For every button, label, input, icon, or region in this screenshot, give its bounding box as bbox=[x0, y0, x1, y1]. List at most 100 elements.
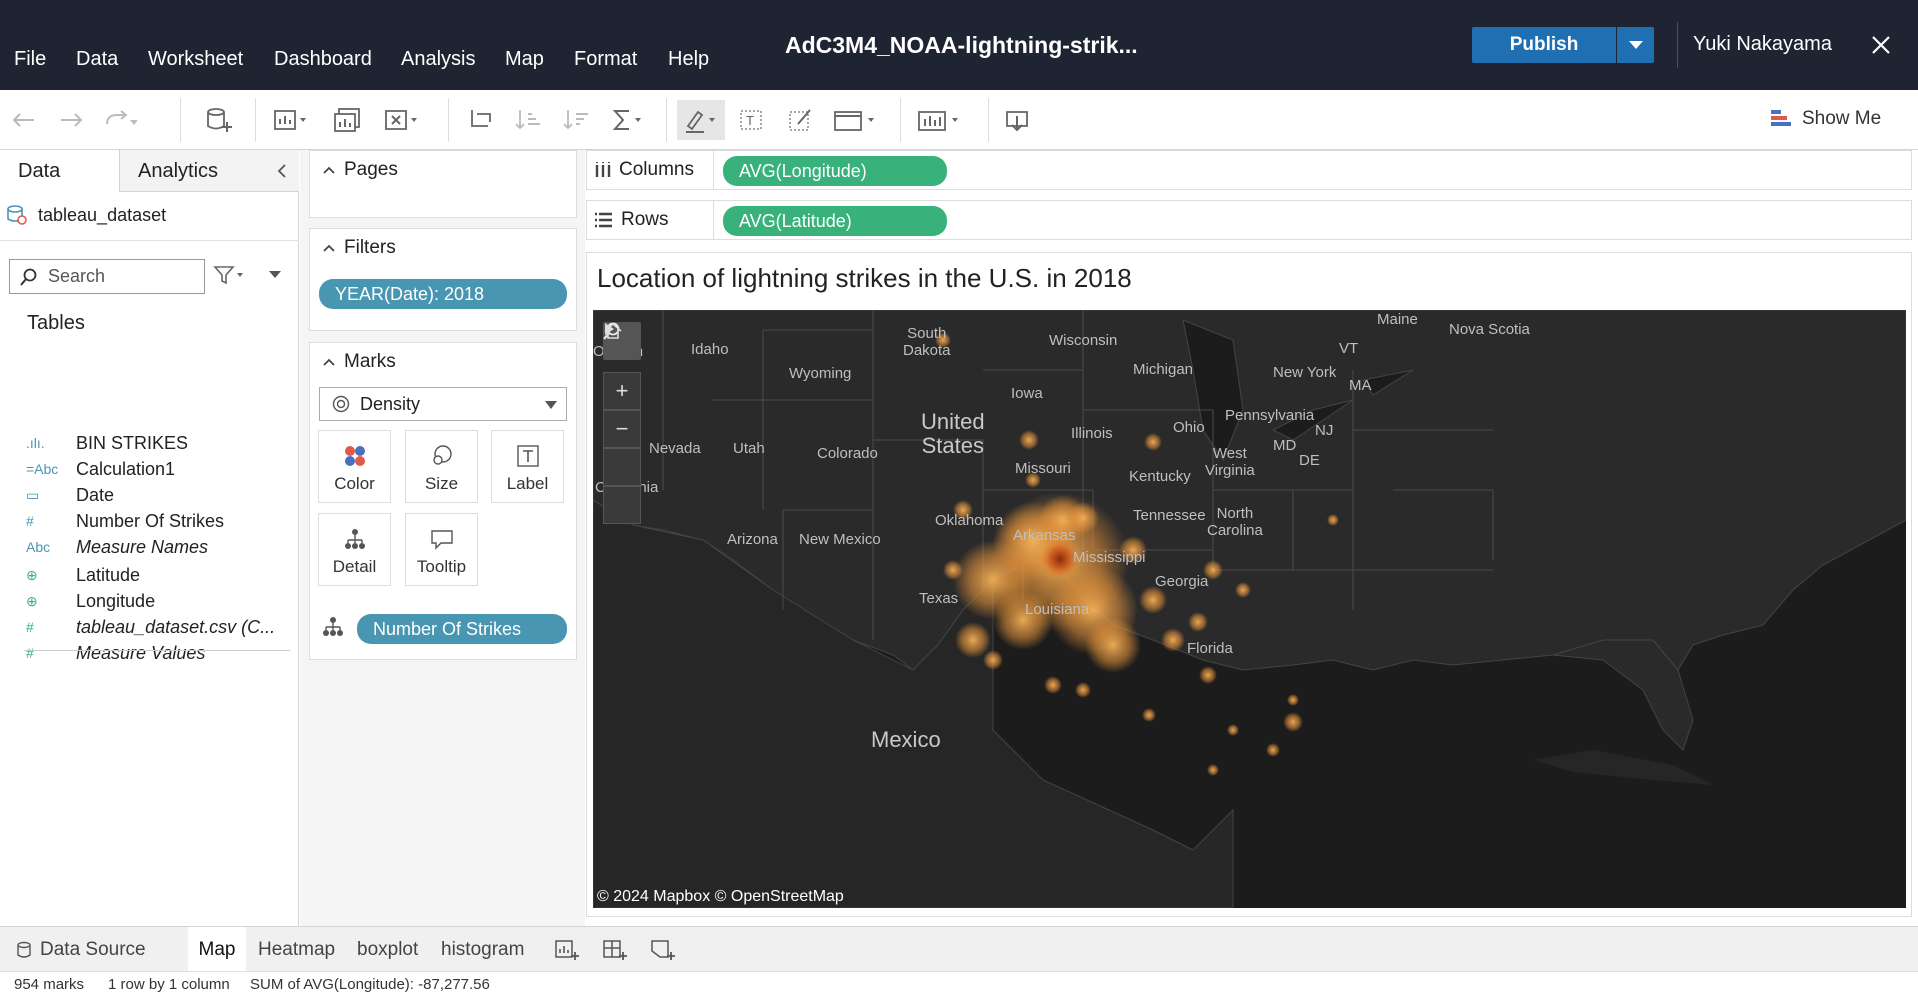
marks-tooltip-button[interactable]: Tooltip bbox=[405, 513, 478, 586]
field-item[interactable]: # Number Of Strikes bbox=[26, 508, 224, 534]
columns-shelf[interactable]: Columns AVG(Longitude) bbox=[586, 150, 1912, 190]
columns-pill-longitude[interactable]: AVG(Longitude) bbox=[723, 156, 947, 186]
field-item[interactable]: # tableau_dataset.csv (C... bbox=[26, 614, 275, 640]
status-bar: 954 marks 1 row by 1 column SUM of AVG(L… bbox=[0, 971, 1918, 996]
detail-pill-number-of-strikes[interactable]: Number Of Strikes bbox=[357, 614, 567, 644]
map-label-west-virginia: West Virginia bbox=[1205, 445, 1255, 479]
totals-icon[interactable] bbox=[609, 104, 643, 136]
datasource-name: tableau_dataset bbox=[38, 204, 167, 225]
play-icon[interactable] bbox=[603, 323, 641, 524]
datasource-icon bbox=[17, 941, 31, 958]
zoom-in-icon[interactable]: + bbox=[603, 372, 641, 410]
map[interactable]: IdahoOregonWyomingSouth DakotaWisconsinM… bbox=[593, 310, 1906, 908]
replay-icon[interactable] bbox=[103, 104, 137, 136]
field-item[interactable]: Abc Measure Names bbox=[26, 534, 208, 560]
marks-label-button[interactable]: Label bbox=[491, 430, 564, 503]
tab-data-source[interactable]: Data Source bbox=[8, 927, 154, 972]
tab-heatmap[interactable]: Heatmap bbox=[250, 927, 343, 972]
filter-icon[interactable] bbox=[213, 264, 247, 288]
filters-card-title[interactable]: Filters bbox=[322, 237, 396, 259]
sort-ascending-icon[interactable] bbox=[512, 104, 546, 136]
map-attribution[interactable]: © 2024 Mapbox © OpenStreetMap bbox=[597, 888, 844, 906]
density-blob bbox=[1188, 612, 1208, 632]
new-dashboard-tab-icon[interactable] bbox=[594, 927, 636, 972]
marks-detail-button[interactable]: Detail bbox=[318, 513, 391, 586]
publish-button[interactable]: Publish bbox=[1472, 27, 1616, 63]
menu-analysis[interactable]: Analysis bbox=[401, 48, 475, 71]
calendar-icon: ▭ bbox=[26, 486, 40, 503]
field-item[interactable]: ⊕ Latitude bbox=[26, 562, 140, 588]
tab-analytics[interactable]: Analytics bbox=[120, 150, 299, 192]
download-icon[interactable] bbox=[1000, 104, 1034, 136]
tab-map[interactable]: Map bbox=[188, 927, 246, 972]
field-item[interactable]: =Abc Calculation1 bbox=[26, 456, 175, 482]
field-label: Measure Names bbox=[76, 536, 209, 557]
menu-file[interactable]: File bbox=[14, 48, 46, 71]
menu-map[interactable]: Map bbox=[505, 48, 544, 71]
density-blob bbox=[1207, 764, 1219, 776]
menu-worksheet[interactable]: Worksheet bbox=[148, 48, 243, 71]
sort-descending-icon[interactable] bbox=[560, 104, 594, 136]
map-label-michigan: Michigan bbox=[1133, 361, 1194, 378]
menu-format[interactable]: Format bbox=[574, 48, 637, 71]
detail-encoding-icon bbox=[323, 617, 343, 636]
field-label: Number Of Strikes bbox=[76, 510, 225, 531]
zoom-out-icon[interactable]: − bbox=[603, 410, 641, 448]
density-blob bbox=[1161, 628, 1185, 652]
map-label-wyoming: Wyoming bbox=[789, 365, 852, 382]
menu-dashboard[interactable]: Dashboard bbox=[274, 48, 372, 71]
presentation-icon[interactable] bbox=[914, 104, 964, 136]
user-name[interactable]: Yuki Nakayama bbox=[1693, 33, 1832, 56]
mark-type-select[interactable]: Density bbox=[319, 387, 567, 421]
fit-icon[interactable] bbox=[830, 104, 880, 136]
new-story-tab-icon[interactable] bbox=[642, 927, 684, 972]
map-label-utah: Utah bbox=[733, 440, 765, 457]
redo-icon[interactable] bbox=[55, 104, 89, 136]
marks-card-title[interactable]: Marks bbox=[322, 351, 396, 373]
map-label-tennessee: Tennessee bbox=[1133, 507, 1206, 524]
search-placeholder: Search bbox=[48, 266, 106, 286]
pages-card-title[interactable]: Pages bbox=[322, 159, 398, 181]
field-item[interactable]: # Measure Values bbox=[26, 640, 205, 666]
field-item[interactable]: .ılı. BIN STRIKES bbox=[26, 430, 188, 456]
tab-data[interactable]: Data bbox=[0, 150, 120, 192]
datasource-item[interactable]: tableau_dataset bbox=[6, 200, 166, 230]
field-item[interactable]: ⊕ Longitude bbox=[26, 588, 155, 614]
duplicate-icon[interactable] bbox=[330, 104, 364, 136]
menu-help[interactable]: Help bbox=[668, 48, 709, 71]
menu-data[interactable]: Data bbox=[76, 48, 118, 71]
marks-color-button[interactable]: Color bbox=[318, 430, 391, 503]
rows-shelf[interactable]: Rows AVG(Latitude) bbox=[586, 200, 1912, 240]
label-icon[interactable]: T bbox=[734, 104, 768, 136]
new-worksheet-icon[interactable] bbox=[272, 104, 306, 136]
format-workbook-icon[interactable] bbox=[783, 104, 817, 136]
map-label-ma: MA bbox=[1349, 377, 1372, 394]
home-icon[interactable] bbox=[603, 322, 641, 486]
rows-pill-latitude[interactable]: AVG(Latitude) bbox=[723, 206, 947, 236]
collapse-pane-icon[interactable] bbox=[275, 162, 289, 180]
tooltip-icon bbox=[430, 530, 453, 550]
new-worksheet-tab-icon[interactable] bbox=[546, 927, 588, 972]
highlight-icon[interactable] bbox=[677, 100, 725, 140]
show-me-button[interactable]: Show Me bbox=[1770, 108, 1881, 130]
field-item[interactable]: ▭ Date bbox=[26, 482, 114, 508]
tab-histogram[interactable]: histogram bbox=[433, 927, 532, 972]
filter-pill-year[interactable]: YEAR(Date): 2018 bbox=[319, 279, 567, 309]
close-icon[interactable] bbox=[1866, 30, 1896, 60]
filters-card[interactable]: Filters YEAR(Date): 2018 bbox=[309, 228, 577, 331]
publish-dropdown-button[interactable] bbox=[1617, 27, 1654, 63]
swap-icon[interactable] bbox=[464, 104, 498, 136]
pages-card[interactable]: Pages bbox=[309, 150, 577, 218]
marks-size-button[interactable]: Size bbox=[405, 430, 478, 503]
map-label-kentucky: Kentucky bbox=[1129, 468, 1191, 485]
clear-sheet-icon[interactable] bbox=[383, 104, 417, 136]
search-input[interactable]: Search bbox=[9, 259, 205, 294]
chevron-up-icon bbox=[323, 244, 335, 252]
pane-menu-icon[interactable] bbox=[268, 270, 282, 280]
new-datasource-icon[interactable] bbox=[202, 104, 236, 136]
undo-icon[interactable] bbox=[6, 104, 40, 136]
map-label-illinois: Illinois bbox=[1071, 425, 1113, 442]
label-icon bbox=[516, 445, 539, 467]
density-blob bbox=[1287, 694, 1299, 706]
tab-boxplot[interactable]: boxplot bbox=[349, 927, 426, 972]
